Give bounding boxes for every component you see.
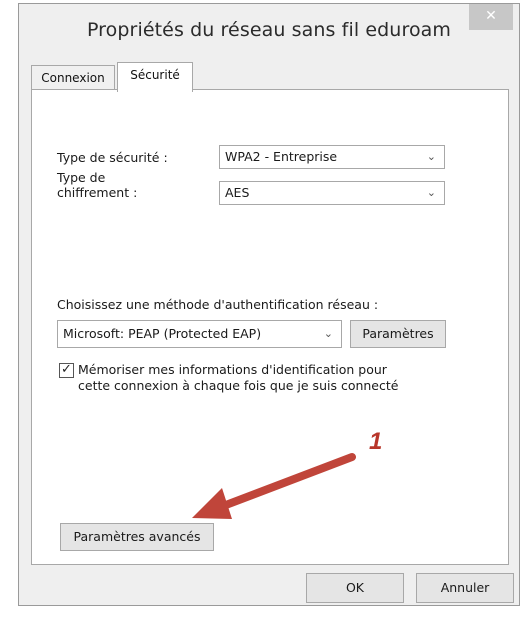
tab-connexion[interactable]: Connexion (31, 65, 115, 89)
ok-button[interactable]: OK (306, 573, 404, 603)
close-button[interactable]: ✕ (469, 4, 513, 30)
cancel-button[interactable]: Annuler (416, 573, 514, 603)
title-bar: Propriétés du réseau sans fil eduroam ✕ (19, 4, 519, 56)
tab-securite[interactable]: Sécurité (117, 62, 193, 92)
auth-params-button[interactable]: Paramètres (350, 320, 446, 348)
window-title: Propriétés du réseau sans fil eduroam (86, 19, 452, 41)
security-type-value: WPA2 - Entreprise (225, 149, 338, 164)
encryption-label-line2: chiffrement : (57, 185, 138, 200)
encryption-label-line1: Type de (57, 170, 106, 185)
close-icon: ✕ (485, 8, 497, 24)
chevron-down-icon: ⌄ (323, 327, 333, 340)
security-type-select[interactable]: WPA2 - Entreprise ⌄ (219, 145, 445, 169)
encryption-type-select[interactable]: AES ⌄ (219, 181, 445, 205)
advanced-settings-button[interactable]: Paramètres avancés (60, 523, 214, 551)
encryption-type-value: AES (225, 185, 250, 200)
remember-line2: cette connexion à chaque fois que je sui… (78, 378, 399, 393)
auth-method-label: Choisissez une méthode d'authentificatio… (57, 297, 379, 312)
annotation-number: 1 (369, 428, 383, 455)
auth-method-value: Microsoft: PEAP (Protected EAP) (63, 326, 262, 341)
chevron-down-icon: ⌄ (426, 150, 436, 163)
auth-method-select[interactable]: Microsoft: PEAP (Protected EAP) ⌄ (57, 320, 342, 348)
dialog-window: Propriétés du réseau sans fil eduroam ✕ … (18, 3, 520, 606)
security-panel: Type de sécurité : WPA2 - Entreprise ⌄ T… (31, 89, 509, 565)
remember-text: Mémoriser mes informations d'identificat… (78, 362, 398, 394)
remember-line1: Mémoriser mes informations d'identificat… (78, 362, 387, 377)
remember-checkbox[interactable]: ✓ (59, 363, 74, 378)
chevron-down-icon: ⌄ (426, 186, 436, 199)
encryption-type-label: Type de chiffrement : (57, 170, 137, 200)
security-type-label: Type de sécurité : (57, 150, 168, 165)
